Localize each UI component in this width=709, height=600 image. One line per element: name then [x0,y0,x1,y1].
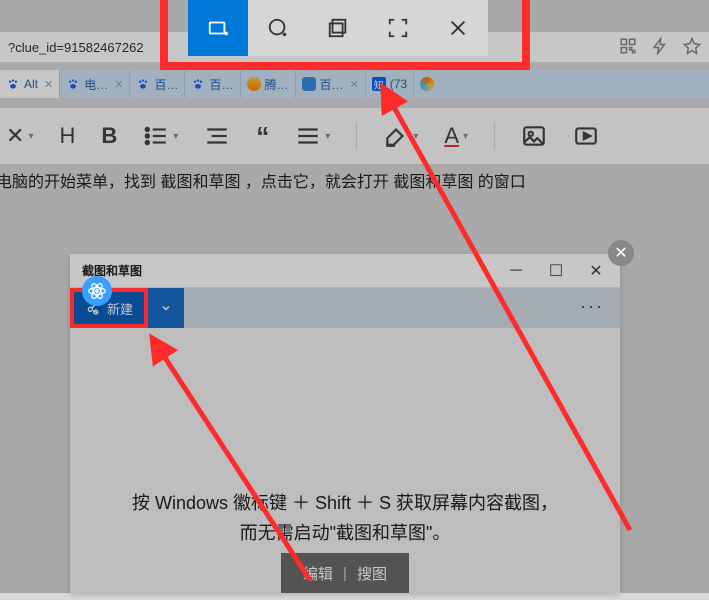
qr-icon[interactable] [619,37,637,58]
tab-item[interactable]: 电… ✕ [60,70,130,98]
snip-freeform-button[interactable] [248,0,308,56]
tab-item[interactable]: 百… ✕ [296,70,366,98]
tab-close-icon[interactable]: ✕ [350,78,359,91]
tab-close-icon[interactable]: ✕ [44,78,53,91]
url-text: ?clue_id=91582467262 [8,40,144,55]
edit-button[interactable]: 编辑 [303,563,333,584]
star-icon[interactable] [683,37,701,58]
align-button[interactable]: ▾ [295,123,330,149]
tab-item[interactable]: 腾… [241,70,296,98]
editor-toolbar: ✕▾ H B ▾ “ ▾ ▾ A▾ [0,108,709,164]
snip-toolbar [188,0,488,56]
snip-sketch-window: 截图和草图 ─ ☐ ✕ 新建 ··· 按 Windows 徽标键 ＋ Shift… [70,254,620,593]
window-minimize-button[interactable]: ─ [496,254,536,288]
browser-tabs: Alt ✕ 电… ✕ 百… 百… 腾… 百… ✕ 知 (73 [0,70,709,98]
tab-close-icon[interactable]: ✕ [114,78,123,91]
tab-label: (73 [390,77,407,91]
fontcolor-button[interactable]: A▾ [444,123,468,149]
tab-item[interactable] [414,70,440,98]
quote-button[interactable]: “ [256,121,269,152]
tab-label: 百… [209,76,233,93]
tab-label: 百… [320,76,344,93]
snip-rectangular-button[interactable] [188,0,248,56]
more-menu-button[interactable]: ··· [580,296,604,317]
tip-line-1: 按 Windows 徽标键 ＋ Shift ＋ S 获取屏幕内容截图， [70,488,620,518]
snip-fullscreen-button[interactable] [368,0,428,56]
window-maximize-button[interactable]: ☐ [536,254,576,288]
app-body: 按 Windows 徽标键 ＋ Shift ＋ S 获取屏幕内容截图， 而无需启… [70,328,620,593]
snip-window-button[interactable] [308,0,368,56]
image-button[interactable] [521,123,547,149]
tip-line-2: 而无需启动"截图和草图"。 [70,518,620,548]
heading-button[interactable]: H [59,123,75,149]
indent-button[interactable] [204,123,230,149]
new-snip-label: 新建 [107,299,133,318]
tab-item[interactable]: 知 (73 [366,70,414,98]
tab-label: 百… [154,76,178,93]
editor-close-button[interactable]: ✕▾ [6,123,33,149]
new-snip-split-button[interactable] [148,288,184,328]
bottom-action-bar: 编辑 | 搜图 [281,553,409,593]
snip-close-button[interactable] [428,0,488,56]
tab-item[interactable]: 百… [185,70,240,98]
overlay-close-button[interactable]: ✕ [608,240,634,266]
addr-right-icons [619,37,701,58]
atom-badge-icon [82,276,112,306]
video-button[interactable] [573,123,599,149]
tab-label: Alt [24,77,38,91]
separator: | [343,565,347,582]
tab-item[interactable]: Alt ✕ [0,70,60,98]
bold-button[interactable]: B [101,123,117,149]
app-command-bar: 新建 ··· [70,288,620,328]
tab-item[interactable]: 百… [130,70,185,98]
app-titlebar: 截图和草图 ─ ☐ ✕ [70,254,620,288]
tab-label: 腾… [265,76,289,93]
highlight-button[interactable]: ▾ [383,123,418,149]
tip-text: 按 Windows 徽标键 ＋ Shift ＋ S 获取屏幕内容截图， 而无需启… [70,488,620,548]
search-image-button[interactable]: 搜图 [357,563,387,584]
tab-label: 电… [84,76,108,93]
list-button[interactable]: ▾ [143,123,178,149]
article-text: 电脑的开始菜单，找到 截图和草图 ，点击它，就会打开 截图和草图 的窗口 [0,168,709,192]
bolt-icon[interactable] [651,37,669,58]
